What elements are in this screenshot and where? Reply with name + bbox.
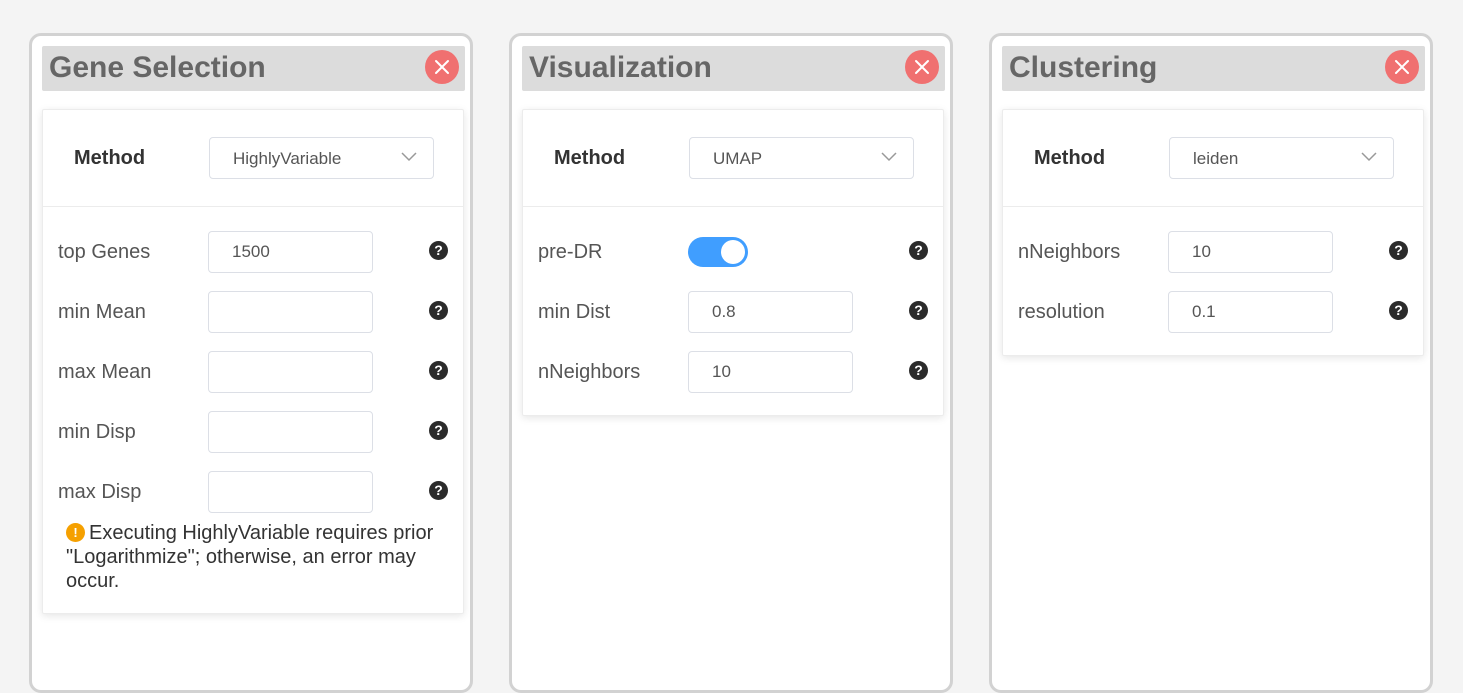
- help-icon[interactable]: ?: [909, 301, 928, 320]
- help-icon[interactable]: ?: [909, 361, 928, 380]
- close-button[interactable]: [1385, 50, 1419, 84]
- min-dist-input[interactable]: [688, 291, 853, 333]
- param-row-max-mean: max Mean ?: [43, 351, 463, 411]
- help-icon[interactable]: ?: [429, 481, 448, 500]
- param-row-min-dist: min Dist ?: [523, 291, 943, 351]
- param-label: top Genes: [58, 241, 151, 263]
- help-icon[interactable]: ?: [429, 241, 448, 260]
- param-label: min Disp: [58, 421, 136, 443]
- resolution-input[interactable]: [1168, 291, 1333, 333]
- method-row: Method UMAP: [523, 110, 943, 207]
- panel-title: Gene Selection: [49, 51, 266, 84]
- warning-text: Executing HighlyVariable requires prior …: [66, 522, 434, 592]
- param-label: max Disp: [58, 481, 142, 503]
- method-label: Method: [1034, 147, 1106, 169]
- min-disp-input[interactable]: [208, 411, 373, 453]
- param-label: nNeighbors: [538, 361, 641, 383]
- close-button[interactable]: [425, 50, 459, 84]
- clustering-panel: Clustering Method leiden nNeighbors ? re…: [989, 33, 1433, 693]
- help-icon[interactable]: ?: [429, 361, 448, 380]
- panel-title: Visualization: [529, 51, 712, 84]
- method-select[interactable]: UMAP: [689, 137, 914, 179]
- settings-card: Method UMAP pre-DR ? min Dist ? nNeighbo…: [522, 109, 944, 416]
- param-label: min Mean: [58, 301, 146, 323]
- chevron-down-icon: [881, 152, 897, 162]
- settings-card: Method HighlyVariable top Genes ? min Me…: [42, 109, 464, 614]
- param-label: pre-DR: [538, 241, 603, 263]
- close-button[interactable]: [905, 50, 939, 84]
- param-row-nneighbors: nNeighbors ?: [523, 351, 943, 411]
- max-mean-input[interactable]: [208, 351, 373, 393]
- param-label: min Dist: [538, 301, 611, 323]
- method-row: Method leiden: [1003, 110, 1423, 207]
- method-select[interactable]: leiden: [1169, 137, 1394, 179]
- toggle-knob: [721, 240, 745, 264]
- close-icon: [915, 60, 929, 74]
- panel-header: Visualization: [522, 46, 945, 91]
- param-row-resolution: resolution ?: [1003, 291, 1423, 351]
- nneighbors-input[interactable]: [688, 351, 853, 393]
- help-icon[interactable]: ?: [429, 421, 448, 440]
- param-label: resolution: [1018, 301, 1105, 323]
- warning-icon: !: [66, 523, 85, 542]
- method-select-value: HighlyVariable: [233, 149, 342, 168]
- close-icon: [1395, 60, 1409, 74]
- param-row-nneighbors: nNeighbors ?: [1003, 231, 1423, 291]
- method-select[interactable]: HighlyVariable: [209, 137, 434, 179]
- param-label: nNeighbors: [1018, 241, 1121, 263]
- help-icon[interactable]: ?: [909, 241, 928, 260]
- param-row-min-disp: min Disp ?: [43, 411, 463, 471]
- param-row-top-genes: top Genes ?: [43, 231, 463, 291]
- chevron-down-icon: [401, 152, 417, 162]
- gene-selection-panel: Gene Selection Method HighlyVariable top…: [29, 33, 473, 693]
- top-genes-input[interactable]: [208, 231, 373, 273]
- panel-header: Gene Selection: [42, 46, 465, 91]
- method-select-value: leiden: [1193, 149, 1239, 168]
- min-mean-input[interactable]: [208, 291, 373, 333]
- help-icon[interactable]: ?: [429, 301, 448, 320]
- method-select-value: UMAP: [713, 149, 763, 168]
- method-row: Method HighlyVariable: [43, 110, 463, 207]
- pre-dr-toggle[interactable]: [688, 237, 748, 267]
- param-row-pre-dr: pre-DR ?: [523, 231, 943, 291]
- max-disp-input[interactable]: [208, 471, 373, 513]
- panel-title: Clustering: [1009, 51, 1158, 84]
- visualization-panel: Visualization Method UMAP pre-DR ? min D…: [509, 33, 953, 693]
- nneighbors-input[interactable]: [1168, 231, 1333, 273]
- method-label: Method: [554, 147, 626, 169]
- param-label: max Mean: [58, 361, 152, 383]
- help-icon[interactable]: ?: [1389, 301, 1408, 320]
- help-icon[interactable]: ?: [1389, 241, 1408, 260]
- chevron-down-icon: [1361, 152, 1377, 162]
- warning-message: ! Executing HighlyVariable requires prior…: [66, 521, 439, 593]
- close-icon: [435, 60, 449, 74]
- settings-card: Method leiden nNeighbors ? resolution ?: [1002, 109, 1424, 356]
- method-label: Method: [74, 147, 146, 169]
- param-row-min-mean: min Mean ?: [43, 291, 463, 351]
- panel-header: Clustering: [1002, 46, 1425, 91]
